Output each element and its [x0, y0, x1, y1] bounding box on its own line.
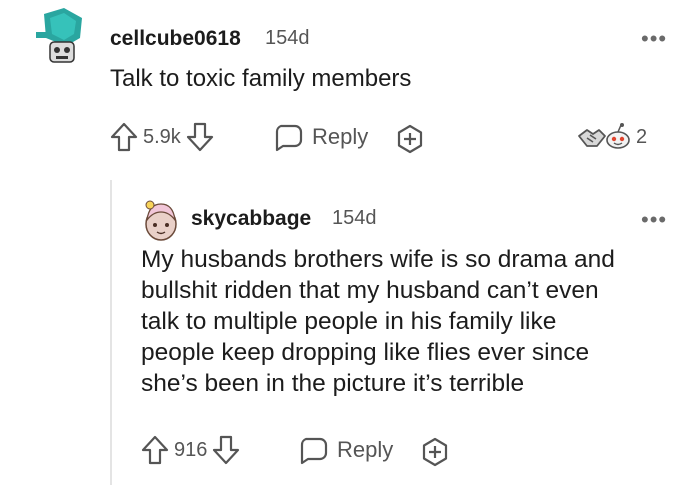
- thread-line[interactable]: [110, 180, 112, 485]
- vote-controls: 5.9k: [110, 122, 214, 152]
- username[interactable]: cellcube0618: [110, 27, 241, 51]
- comment-body-line: people keep dropping like flies ever sin…: [141, 339, 590, 366]
- comment-body-line: bullshit ridden that my husband can’t ev…: [141, 277, 599, 304]
- comment-body: My husbands brothers wife is so drama an…: [141, 244, 681, 399]
- award-add-icon[interactable]: [395, 124, 425, 154]
- vote-count: 5.9k: [143, 125, 181, 148]
- awards[interactable]: 2: [577, 122, 652, 152]
- reply-label: Reply: [337, 437, 394, 462]
- reply-button[interactable]: Reply: [298, 435, 393, 465]
- username[interactable]: skycabbage: [191, 207, 311, 231]
- more-options-button[interactable]: •••: [641, 209, 667, 231]
- downvote-icon[interactable]: [212, 435, 240, 465]
- reply-label: Reply: [312, 124, 369, 149]
- comment-body-line: My husbands brothers wife is so drama an…: [141, 246, 615, 273]
- vote-count: 916: [174, 438, 208, 461]
- award-snoo-icon: [603, 122, 633, 152]
- comment-bubble-icon: [273, 122, 303, 152]
- comment-age: 154d: [265, 27, 310, 49]
- downvote-icon[interactable]: [186, 122, 214, 152]
- reply-button[interactable]: Reply: [273, 122, 368, 152]
- upvote-icon[interactable]: [110, 122, 138, 152]
- award-add-icon[interactable]: [420, 437, 450, 467]
- comment-body: Talk to toxic family members: [110, 65, 412, 92]
- avatar[interactable]: [36, 8, 86, 66]
- comment-age: 154d: [332, 207, 377, 229]
- vote-controls: 916: [141, 435, 240, 465]
- more-options-button[interactable]: •••: [641, 28, 667, 50]
- award-count: 2: [636, 125, 648, 148]
- comment-body-line: talk to multiple people in his family li…: [141, 308, 557, 335]
- avatar[interactable]: [141, 198, 181, 242]
- comment-bubble-icon: [298, 435, 328, 465]
- comment-body-line: she’s been in the picture it’s terrible: [141, 370, 525, 397]
- upvote-icon[interactable]: [141, 435, 169, 465]
